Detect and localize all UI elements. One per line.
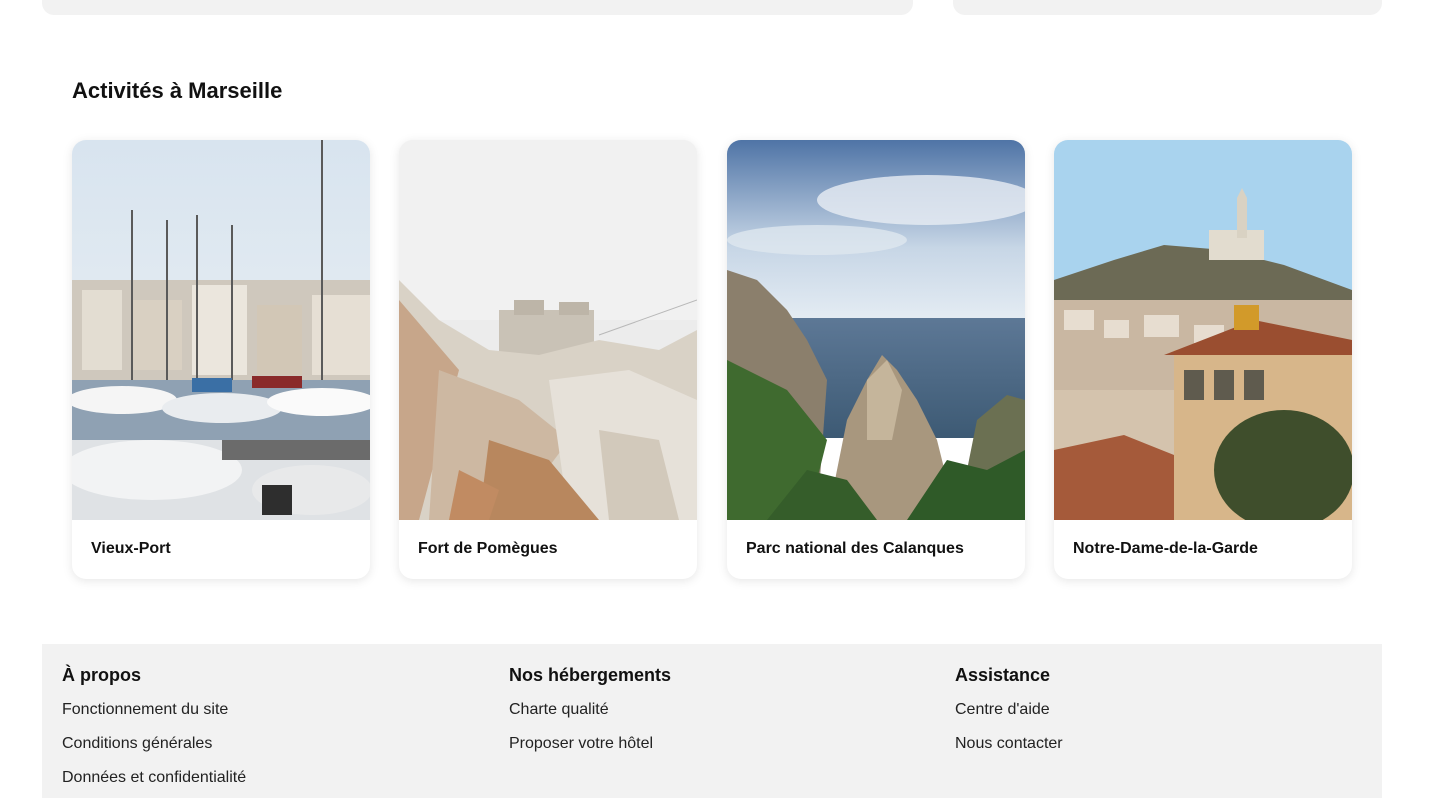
- activity-card-vieux-port[interactable]: Vieux-Port: [72, 140, 370, 579]
- top-panel-right: [953, 0, 1382, 15]
- activity-card-fort-de-pomegues[interactable]: Fort de Pomègues: [399, 140, 697, 579]
- footer-column-about: À propos Fonctionnement du site Conditio…: [62, 664, 246, 802]
- activity-card-calanques[interactable]: Parc national des Calanques: [727, 140, 1025, 579]
- footer-heading: Assistance: [955, 665, 1051, 685]
- footer-link-quality-charter[interactable]: Charte qualité: [509, 700, 671, 720]
- vieux-port-image: [72, 140, 370, 520]
- activity-card-notre-dame[interactable]: Notre-Dame-de-la-Garde: [1054, 140, 1352, 579]
- footer-link-contact[interactable]: Nous contacter: [955, 734, 1063, 754]
- footer-link-privacy[interactable]: Données et confidentialité: [62, 768, 246, 788]
- fort-de-pomegues-image: [399, 140, 697, 520]
- notre-dame-image: [1054, 140, 1352, 520]
- activity-label: Notre-Dame-de-la-Garde: [1073, 540, 1258, 557]
- activity-label: Fort de Pomègues: [418, 540, 558, 557]
- footer-column-support: Assistance Centre d'aide Nous contacter: [955, 664, 1063, 768]
- footer-heading: Nos hébergements: [509, 665, 672, 685]
- top-panel-left: [42, 0, 913, 15]
- footer-column-accommodations: Nos hébergements Charte qualité Proposer…: [509, 664, 671, 768]
- footer-link-terms[interactable]: Conditions générales: [62, 734, 246, 754]
- activity-label: Parc national des Calanques: [746, 540, 964, 557]
- section-title: Activités à Marseille: [72, 78, 283, 103]
- calanques-image: [727, 140, 1025, 520]
- activities-list: Vieux-Port Fort de Pomègues Parc nationa…: [72, 140, 1352, 580]
- footer-link-how-it-works[interactable]: Fonctionnement du site: [62, 700, 246, 720]
- footer: À propos Fonctionnement du site Conditio…: [42, 644, 1382, 798]
- footer-link-help-center[interactable]: Centre d'aide: [955, 700, 1063, 720]
- activity-label: Vieux-Port: [91, 540, 171, 557]
- footer-link-propose-hotel[interactable]: Proposer votre hôtel: [509, 734, 671, 754]
- footer-heading: À propos: [62, 665, 141, 685]
